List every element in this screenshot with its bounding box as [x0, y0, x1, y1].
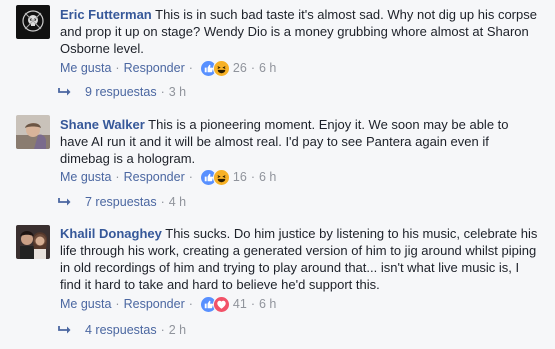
separator: ·: [115, 297, 120, 311]
timestamp[interactable]: 6 h: [259, 60, 276, 76]
replies-count[interactable]: 9 respuestas: [85, 84, 157, 100]
separator: ·: [250, 170, 255, 184]
comment-body: Shane Walker This is a pioneering moment…: [60, 116, 540, 167]
like-button[interactable]: Me gusta: [60, 169, 111, 185]
comment-author[interactable]: Khalil Donaghey: [60, 226, 162, 241]
separator: ·: [188, 170, 193, 184]
replies-count[interactable]: 4 respuestas: [85, 322, 157, 338]
comment-author[interactable]: Eric Futterman: [60, 7, 152, 22]
separator: ·: [250, 61, 255, 75]
separator: ·: [160, 85, 165, 99]
separator: ·: [115, 170, 120, 184]
separator: ·: [160, 195, 165, 209]
comment-actions: Me gusta · Responder · 26 · 6 h: [60, 59, 276, 77]
avatar[interactable]: [16, 5, 50, 39]
replies-time: 3 h: [168, 85, 187, 99]
comment-body: Eric Futterman This is in such bad taste…: [60, 6, 540, 57]
reactions[interactable]: 26: [199, 59, 247, 77]
separator: ·: [115, 61, 120, 75]
reply-arrow-icon: [58, 86, 72, 98]
replies-time: 2 h: [168, 323, 187, 337]
view-replies-link[interactable]: 9 respuestas · 3 h: [58, 84, 186, 100]
separator: ·: [160, 323, 165, 337]
profile-photo-icon: [16, 225, 50, 259]
like-button[interactable]: Me gusta: [60, 296, 111, 312]
avatar[interactable]: [16, 115, 50, 149]
timestamp[interactable]: 6 h: [259, 296, 276, 312]
view-replies-link[interactable]: 4 respuestas · 2 h: [58, 322, 186, 338]
reactions[interactable]: 41: [199, 295, 247, 313]
replies-count[interactable]: 7 respuestas: [85, 194, 157, 210]
reply-button[interactable]: Responder: [124, 296, 185, 312]
haha-icon: [212, 168, 230, 186]
reply-arrow-icon: [58, 324, 72, 336]
replies-time: 4 h: [168, 195, 187, 209]
comment-actions: Me gusta · Responder · 16 · 6 h: [60, 168, 276, 186]
reply-button[interactable]: Responder: [124, 60, 185, 76]
love-icon: [212, 295, 230, 313]
reply-arrow-icon: [58, 196, 72, 208]
reaction-count: 41: [232, 297, 247, 311]
separator: ·: [188, 61, 193, 75]
timestamp[interactable]: 6 h: [259, 169, 276, 185]
comment-actions: Me gusta · Responder · 41 · 6 h: [60, 295, 276, 313]
comment-body: Khalil Donaghey This sucks. Do him justi…: [60, 225, 540, 293]
reaction-count: 26: [232, 61, 247, 75]
view-replies-link[interactable]: 7 respuestas · 4 h: [58, 194, 186, 210]
separator: ·: [188, 297, 193, 311]
haha-icon: [212, 59, 230, 77]
reaction-count: 16: [232, 170, 247, 184]
separator: ·: [250, 297, 255, 311]
skull-logo-icon: [16, 5, 50, 39]
avatar[interactable]: [16, 225, 50, 259]
like-button[interactable]: Me gusta: [60, 60, 111, 76]
reply-button[interactable]: Responder: [124, 169, 185, 185]
reactions[interactable]: 16: [199, 168, 247, 186]
comment-author[interactable]: Shane Walker: [60, 117, 145, 132]
profile-photo-icon: [16, 115, 50, 149]
